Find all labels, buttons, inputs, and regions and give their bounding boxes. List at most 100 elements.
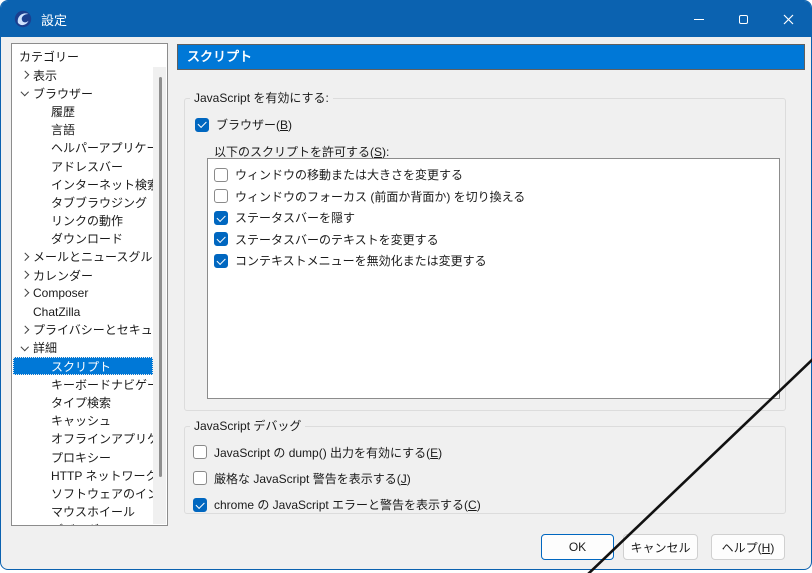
checkbox-label: 厳格な JavaScript 警告を表示する(J) (214, 470, 411, 487)
browser-checkbox-row[interactable]: ブラウザー(B) (195, 116, 292, 133)
settings-window: 設定 カテゴリー 表示 ブラウザー 履歴 言語 (0, 0, 812, 570)
script-permissions-list: ウィンドウの移動または大きさを変更する ウィンドウのフォーカス (前面か背面か)… (207, 158, 780, 399)
checkbox-label: chrome の JavaScript エラーと警告を表示する(C) (214, 496, 481, 513)
close-icon (783, 14, 794, 25)
tree-item[interactable]: キャッシュ (13, 412, 153, 430)
tree-item[interactable]: タブブラウジング (13, 193, 153, 211)
tree-item[interactable]: 言語 (13, 121, 153, 139)
tree-item[interactable]: カレンダー (13, 266, 153, 284)
window-controls (676, 1, 811, 37)
checkbox-row[interactable]: ウィンドウの移動または大きさを変更する (208, 164, 779, 186)
browser-checkbox[interactable] (195, 118, 209, 132)
js-debug-legend: JavaScript デバッグ (190, 419, 305, 433)
checkbox-row[interactable]: コンテキストメニューを無効化または変更する (208, 250, 779, 272)
tree-item-label: 詳細 (31, 339, 57, 356)
tree-scrollbar[interactable] (153, 67, 166, 524)
checkbox[interactable] (214, 189, 228, 203)
checkbox-label: ウィンドウのフォーカス (前面か背面か) を切り換える (235, 188, 525, 205)
checkbox-label: JavaScript の dump() 出力を有効にする(E) (214, 444, 442, 461)
enable-js-legend: JavaScript を有効にする: (190, 91, 333, 105)
cancel-button[interactable]: キャンセル (623, 534, 698, 560)
minimize-icon (694, 19, 704, 20)
twisty-icon (19, 288, 31, 298)
tree-item[interactable]: ChatZilla (13, 302, 153, 320)
tree-item[interactable]: リンクの動作 (13, 212, 153, 230)
tree-item-label: プライバシーとセキュリティ (31, 321, 153, 338)
tree-scrollbar-thumb[interactable] (159, 77, 162, 477)
checkbox[interactable] (214, 168, 228, 182)
category-tree-header: カテゴリー (12, 44, 167, 65)
maximize-button[interactable] (721, 1, 766, 37)
tree-item-label: デバッグ (49, 521, 99, 525)
tree-item-label: スクリプト (49, 358, 111, 375)
category-tree: カテゴリー 表示 ブラウザー 履歴 言語 ヘルパーアプリケーシ… アドレスバー … (11, 43, 168, 526)
minimize-button[interactable] (676, 1, 721, 37)
tree-item[interactable]: タイプ検索 (13, 393, 153, 411)
tree-item-label: アドレスバー (49, 158, 123, 175)
tree-item[interactable]: マウスホイール (13, 503, 153, 521)
tree-item-label: キャッシュ (49, 412, 111, 429)
help-button[interactable]: ヘルプ(H) (711, 534, 785, 560)
checkbox[interactable] (214, 254, 228, 268)
checkbox[interactable] (193, 471, 207, 485)
tree-item-label: 表示 (31, 67, 57, 84)
tree-item-label: プロキシー (49, 449, 111, 466)
checkbox-row[interactable]: chrome の JavaScript エラーと警告を表示する(C) (193, 492, 777, 518)
tree-item[interactable]: 表示 (13, 66, 153, 84)
tree-item-label: ソフトウェアのインス… (49, 485, 153, 502)
checkbox-row[interactable]: ステータスバーを隠す (208, 207, 779, 229)
tree-item[interactable]: ソフトウェアのインス… (13, 484, 153, 502)
twisty-icon (19, 70, 31, 80)
tree-item[interactable]: オフラインアプリケー… (13, 430, 153, 448)
checkbox-row[interactable]: ステータスバーのテキストを変更する (208, 229, 779, 251)
tree-item-label: ブラウザー (31, 85, 93, 102)
tree-item-label: ダウンロード (49, 230, 123, 247)
category-tree-items: 表示 ブラウザー 履歴 言語 ヘルパーアプリケーシ… アドレスバー インターネッ… (13, 66, 153, 525)
twisty-icon (19, 252, 31, 262)
js-debug-group: JavaScript デバッグ JavaScript の dump() 出力を有… (184, 426, 786, 514)
tree-item[interactable]: デバッグ (13, 521, 153, 525)
tree-item-label: タイプ検索 (49, 394, 111, 411)
tree-item[interactable]: インターネット検索 (13, 175, 153, 193)
tree-item-label: インターネット検索 (49, 176, 153, 193)
tree-item[interactable]: 詳細 (13, 339, 153, 357)
titlebar[interactable]: 設定 (1, 1, 811, 37)
tree-item-label: マウスホイール (49, 503, 135, 520)
twisty-icon (19, 270, 31, 280)
tree-item[interactable]: Composer (13, 284, 153, 302)
tree-item[interactable]: ダウンロード (13, 230, 153, 248)
tree-item-label: カレンダー (31, 267, 93, 284)
tree-item[interactable]: スクリプト (13, 357, 153, 375)
tree-item[interactable]: メールとニュースグループ (13, 248, 153, 266)
checkbox-label: コンテキストメニューを無効化または変更する (235, 252, 487, 269)
tree-item-label: Composer (31, 286, 88, 300)
js-debug-rows: JavaScript の dump() 出力を有効にする(E) 厳格な Java… (193, 439, 777, 518)
tree-item[interactable]: プロキシー (13, 448, 153, 466)
checkbox-row[interactable]: 厳格な JavaScript 警告を表示する(J) (193, 465, 777, 491)
checkbox-row[interactable]: JavaScript の dump() 出力を有効にする(E) (193, 439, 777, 465)
pane-title: スクリプト (177, 44, 805, 70)
checkbox[interactable] (193, 445, 207, 459)
tree-item[interactable]: ヘルパーアプリケーシ… (13, 139, 153, 157)
tree-item[interactable]: HTTP ネットワーク (13, 466, 153, 484)
tree-item[interactable]: 履歴 (13, 102, 153, 120)
checkbox[interactable] (214, 232, 228, 246)
enable-js-group: JavaScript を有効にする: ブラウザー(B) 以下のスクリプトを許可す… (184, 98, 786, 411)
tree-item[interactable]: アドレスバー (13, 157, 153, 175)
twisty-icon (19, 307, 31, 317)
tree-item[interactable]: キーボードナビゲーシ… (13, 375, 153, 393)
checkbox[interactable] (193, 498, 207, 512)
ok-button[interactable]: OK (541, 534, 614, 560)
tree-item-label: タブブラウジング (49, 194, 147, 211)
tree-item[interactable]: プライバシーとセキュリティ (13, 321, 153, 339)
checkbox-row[interactable]: ウィンドウのフォーカス (前面か背面か) を切り換える (208, 186, 779, 208)
tree-item-label: 言語 (49, 121, 75, 138)
twisty-icon (19, 325, 31, 335)
checkbox[interactable] (214, 211, 228, 225)
window-title: 設定 (41, 10, 67, 29)
twisty-icon (19, 343, 31, 353)
tree-item-label: ChatZilla (31, 305, 80, 319)
tree-item[interactable]: ブラウザー (13, 84, 153, 102)
tree-item-label: リンクの動作 (49, 212, 123, 229)
close-button[interactable] (766, 1, 811, 37)
